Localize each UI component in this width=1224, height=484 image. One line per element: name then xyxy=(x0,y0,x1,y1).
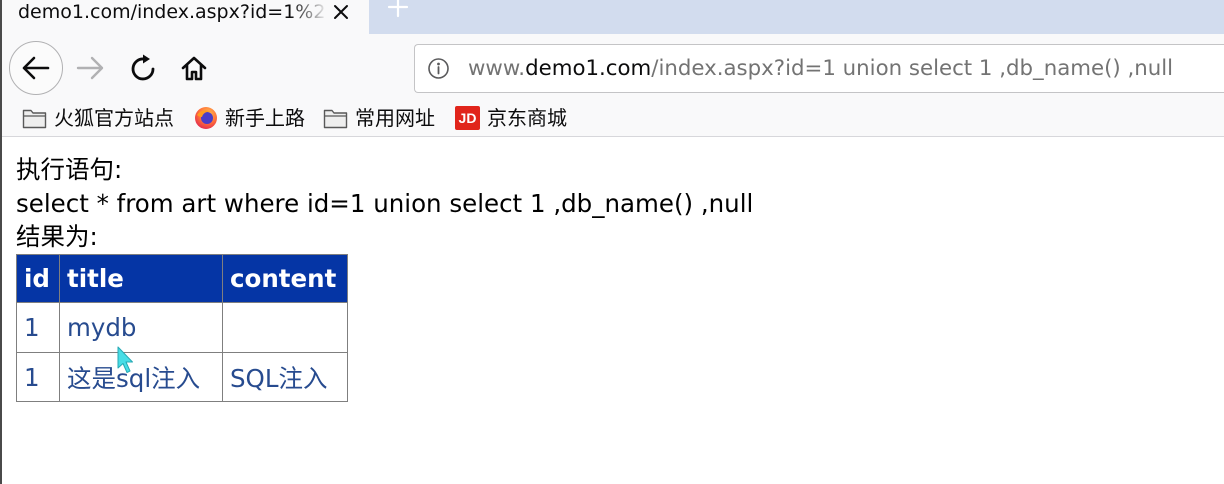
folder-icon xyxy=(323,106,348,130)
reload-icon xyxy=(131,54,155,81)
back-button[interactable] xyxy=(9,41,63,95)
url-bar[interactable]: www.demo1.com/index.aspx?id=1 union sele… xyxy=(414,44,1224,93)
navigation-toolbar: www.demo1.com/index.aspx?id=1 union sele… xyxy=(0,34,1224,100)
table-cell-title: 这是sql注入 xyxy=(59,352,223,402)
table-header-row: id title content xyxy=(16,254,348,303)
table-cell-id: 1 xyxy=(16,352,60,402)
forward-arrow-icon xyxy=(76,56,104,80)
bookmark-label: 常用网址 xyxy=(355,106,435,130)
info-icon[interactable] xyxy=(427,57,450,80)
tab-close-button[interactable] xyxy=(330,1,352,23)
result-label: 结果为: xyxy=(16,222,98,252)
table-row: 1 这是sql注入 SQL注入 xyxy=(16,352,348,402)
url-prefix: www. xyxy=(468,56,526,81)
table-cell-title: mydb xyxy=(59,302,223,353)
bookmarks-toolbar: 火狐官方站点 新手上路 常用网址 JD 京东商城 xyxy=(0,100,1224,137)
url-path: /index.aspx?id=1 union select 1 ,db_name… xyxy=(651,56,1174,81)
mouse-cursor-icon xyxy=(117,346,133,373)
window-left-border xyxy=(0,0,2,484)
reload-button[interactable] xyxy=(129,54,157,82)
url-text[interactable]: www.demo1.com/index.aspx?id=1 union sele… xyxy=(468,45,1173,92)
home-icon xyxy=(181,56,207,81)
tab-title-fade xyxy=(290,0,328,26)
column-header-content: content xyxy=(222,254,348,303)
close-icon xyxy=(334,5,348,19)
home-button[interactable] xyxy=(180,54,208,82)
bookmark-item-firefox-official[interactable]: 火狐官方站点 xyxy=(22,100,174,136)
folder-icon xyxy=(22,106,47,130)
firefox-icon xyxy=(193,106,218,130)
column-header-title: title xyxy=(59,254,223,303)
bookmark-item-getting-started[interactable]: 新手上路 xyxy=(193,100,305,136)
plus-icon xyxy=(387,0,409,18)
bookmark-label: 火狐官方站点 xyxy=(54,106,174,130)
table-cell-content xyxy=(222,302,348,353)
tab-active[interactable]: demo1.com/index.aspx?id=1%2 xyxy=(0,0,369,34)
table-cell-id: 1 xyxy=(16,302,60,353)
url-domain: demo1.com xyxy=(525,56,652,81)
new-tab-button[interactable] xyxy=(387,0,409,18)
tab-strip: demo1.com/index.aspx?id=1%2 xyxy=(0,0,1224,34)
page-content: 执行语句: select * from art where id=1 union… xyxy=(16,153,753,254)
back-arrow-icon xyxy=(22,56,50,80)
exec-statement-label: 执行语句: xyxy=(16,155,123,184)
tab-title: demo1.com/index.aspx?id=1%2 xyxy=(18,1,326,23)
sql-statement: select * from art where id=1 union selec… xyxy=(16,188,754,218)
bookmark-item-common-sites[interactable]: 常用网址 xyxy=(323,100,435,136)
forward-button[interactable] xyxy=(76,54,104,82)
bookmark-label: 新手上路 xyxy=(225,106,305,130)
table-row: 1 mydb xyxy=(16,302,348,353)
jd-logo-icon: JD xyxy=(455,106,480,130)
column-header-id: id xyxy=(16,254,60,303)
bookmark-label: 京东商城 xyxy=(487,106,567,130)
bookmark-item-jd-mall[interactable]: JD 京东商城 xyxy=(455,100,567,136)
result-table: id title content 1 mydb 1 这是sql注入 SQL注入 xyxy=(16,254,348,402)
table-cell-content: SQL注入 xyxy=(222,352,348,402)
